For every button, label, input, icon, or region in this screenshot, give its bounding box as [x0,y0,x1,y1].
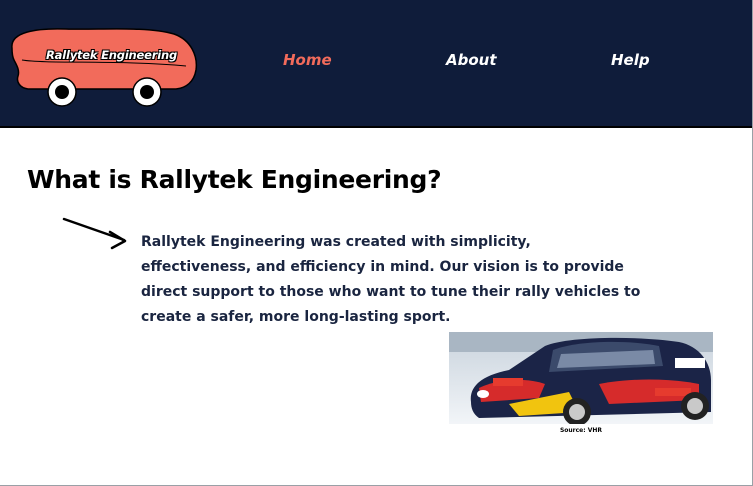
page-title: What is Rallytek Engineering? [27,165,442,194]
nav-about-link[interactable]: About [446,51,497,69]
logo-text: Rallytek Engineering [46,48,177,62]
arrow-right-icon [62,217,127,250]
intro-paragraph: Rallytek Engineering was created with si… [141,234,641,325]
rally-car-photo [449,332,713,424]
site-logo[interactable]: Rallytek Engineering [6,20,202,110]
page: Rallytek Engineering Home About Help Wha… [0,0,753,486]
rally-car-illustration [449,332,713,424]
nav-help-link[interactable]: Help [611,51,650,69]
site-header: Rallytek Engineering Home About Help [0,0,752,128]
car-logo-icon [11,28,198,107]
nav-home-link[interactable]: Home [283,51,332,69]
photo-caption: Source: VHR [559,427,603,434]
